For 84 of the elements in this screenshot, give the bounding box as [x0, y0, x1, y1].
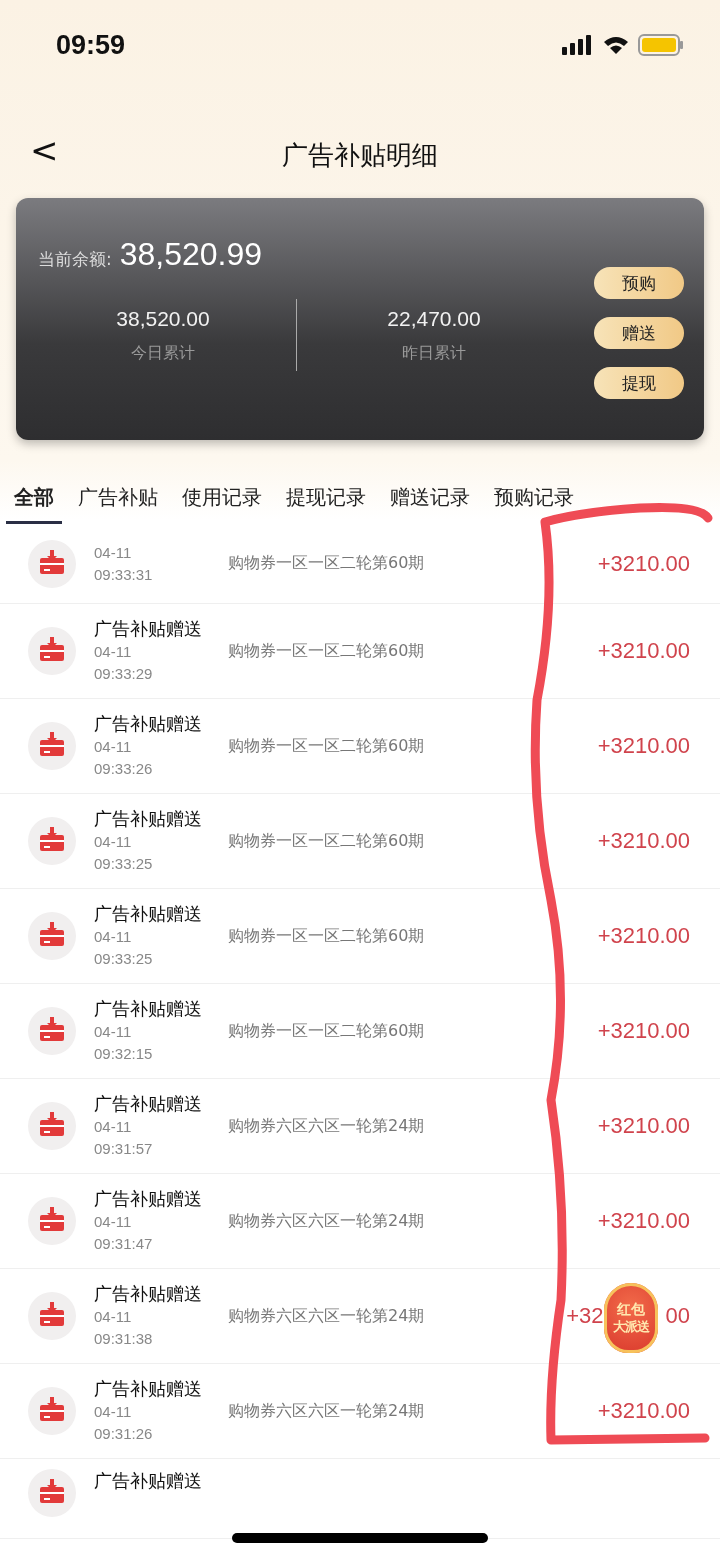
record-time: 09:33:29: [94, 664, 154, 684]
record-description: 购物券六区六区一轮第24期: [228, 1210, 425, 1232]
record-date: 04-11: [94, 737, 133, 757]
gift-card-icon: [28, 627, 76, 675]
record-title: 广告补贴赠送: [94, 1469, 203, 1493]
gift-card-icon: [28, 1007, 76, 1055]
gift-card-icon: [28, 1292, 76, 1340]
record-description: 购物券一区一区二轮第60期: [228, 925, 425, 947]
balance-amount: 38,520.99: [119, 236, 263, 273]
record-amount: +3210.00: [597, 1018, 690, 1044]
stat-label: 今日累计: [131, 342, 195, 364]
record-title: 广告补贴赠送: [94, 997, 203, 1021]
stat-label: 昨日累计: [402, 342, 466, 364]
back-button[interactable]: <: [26, 130, 63, 170]
status-time: 09:59: [56, 29, 126, 61]
record-date: 04-11: [94, 1307, 133, 1327]
record-description: 购物券六区六区一轮第24期: [228, 1115, 425, 1137]
action-button[interactable]: 提现: [594, 367, 684, 399]
record-time: 09:33:25: [94, 854, 154, 874]
record-title: 广告补贴赠送: [94, 617, 203, 641]
record-title: 广告补贴赠送: [94, 712, 203, 736]
gift-card-icon: [28, 722, 76, 770]
badge-text: 大派送: [613, 1318, 649, 1336]
record-amount: +3210.00: [597, 550, 690, 577]
record-date: 04-11: [94, 1022, 133, 1042]
action-button[interactable]: 赠送: [594, 317, 684, 349]
gift-card-icon: [28, 817, 76, 865]
record-title: 广告补贴赠送: [94, 902, 203, 926]
record-amount: +3210.00: [597, 828, 690, 854]
record-description: 购物券一区一区二轮第60期: [228, 830, 425, 852]
action-button[interactable]: 预购: [594, 267, 684, 299]
record-date: 04-11: [94, 1212, 133, 1232]
filter-tab[interactable]: 使用记录: [174, 478, 270, 521]
stat-value: 38,520.00: [116, 306, 210, 331]
record-amount: +3210.00: [597, 733, 690, 759]
record-title: 广告补贴赠送: [94, 1282, 203, 1306]
record-title: 广告补贴赠送: [94, 1092, 203, 1116]
record-amount: +3210.00: [597, 1398, 690, 1424]
record-description: 购物券六区六区一轮第24期: [228, 1305, 425, 1327]
record-date: 04-11: [94, 1402, 133, 1422]
record-time: 09:33:25: [94, 949, 154, 969]
record-description: 购物券一区一区二轮第60期: [228, 640, 425, 662]
record-time: 09:31:38: [94, 1329, 154, 1349]
record-amount: +3210.00: [597, 1208, 690, 1234]
page-title: 广告补贴明细: [282, 138, 438, 172]
record-amount: +3210.00: [597, 1113, 690, 1139]
record-date: 04-11: [94, 927, 133, 947]
gift-card-icon: [28, 1197, 76, 1245]
record-time: 09:33:26: [94, 759, 154, 779]
filter-tab[interactable]: 广告补贴: [70, 478, 166, 521]
wifi-icon: [602, 35, 630, 55]
record-amount: +3210.00: [597, 638, 690, 664]
record-date: 04-11: [94, 542, 133, 563]
record-title: 广告补贴赠送: [94, 1377, 203, 1401]
record-time: 09:31:57: [94, 1139, 154, 1159]
record-description: 购物券一区一区二轮第60期: [228, 1020, 425, 1042]
badge-text: 红包: [617, 1300, 645, 1318]
record-amount: 00: [665, 1303, 690, 1329]
battery-icon: [638, 34, 684, 56]
record-description: 购物券一区一区二轮第60期: [228, 735, 425, 757]
record-time: 09:32:15: [94, 1044, 154, 1064]
filter-tab[interactable]: 提现记录: [278, 478, 374, 521]
filter-tab[interactable]: 赠送记录: [382, 478, 478, 521]
record-time: 09:31:26: [94, 1424, 154, 1444]
gift-card-icon: [28, 912, 76, 960]
gift-card-icon: [28, 1102, 76, 1150]
balance-label: 当前余额:: [38, 248, 112, 271]
gift-card-icon: [28, 1387, 76, 1435]
record-amount: +32: [566, 1303, 604, 1329]
record-date: 04-11: [94, 642, 133, 662]
record-date: 04-11: [94, 1117, 133, 1137]
record-time: 09:33:31: [94, 564, 154, 585]
signal-icon: [562, 35, 594, 55]
record-description: 购物券六区六区一轮第24期: [228, 1400, 425, 1422]
record-title: 广告补贴赠送: [94, 807, 203, 831]
gift-card-icon: [28, 539, 76, 588]
filter-tab[interactable]: 预购记录: [486, 478, 582, 521]
record-time: 09:31:47: [94, 1234, 154, 1254]
record-date: 04-11: [94, 832, 133, 852]
record-title: 广告补贴赠送: [94, 1187, 203, 1211]
record-description: 购物券一区一区二轮第60期: [228, 553, 425, 574]
gift-card-icon: [28, 1469, 76, 1517]
stat-value: 22,470.00: [387, 306, 481, 331]
record-amount: +3210.00: [597, 923, 690, 949]
